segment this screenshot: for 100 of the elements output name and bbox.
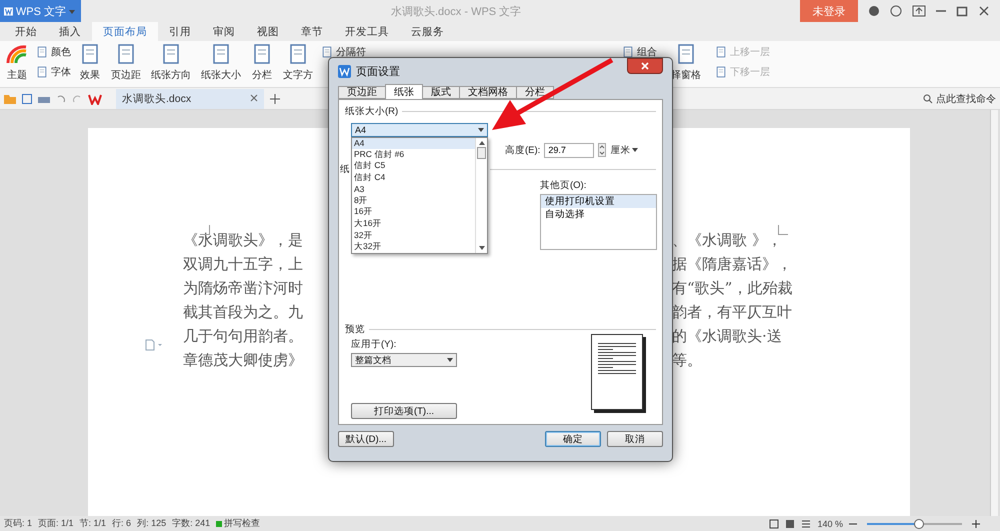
- status-item: 列: 125: [137, 517, 166, 530]
- close-icon: [641, 62, 649, 70]
- close-icon: [978, 5, 990, 17]
- plus-icon: [972, 520, 980, 528]
- scroll-down-icon[interactable]: [478, 246, 484, 250]
- ribbon-button[interactable]: 页边距: [109, 43, 143, 87]
- ribbon-button[interactable]: 字体: [36, 65, 71, 79]
- ribbon-button[interactable]: 主题: [4, 43, 30, 87]
- menu-tab[interactable]: 章节: [290, 22, 334, 41]
- dropdown-option[interactable]: 16开: [352, 206, 475, 218]
- zoom-level: 140 %: [817, 518, 843, 528]
- open-folder-icon: [4, 94, 16, 104]
- paper-size-dropdown[interactable]: A4: [351, 122, 488, 137]
- dialog-button[interactable]: 默认(D)...: [338, 431, 394, 447]
- dialog-tab[interactable]: 版式: [422, 86, 460, 99]
- menu-tab[interactable]: 审阅: [202, 22, 246, 41]
- dialog-tab[interactable]: 文档网格: [459, 86, 517, 99]
- print-options-button[interactable]: 打印选项(T)...: [351, 403, 457, 419]
- ribbon-button[interactable]: 效果: [77, 43, 103, 87]
- status-item: 页面: 1/1: [38, 517, 74, 530]
- caret-icon: [632, 148, 638, 152]
- ribbon-button[interactable]: 组合: [622, 45, 657, 59]
- body-text: 为隋炀帝凿汴河时: [183, 278, 304, 298]
- menu-tab[interactable]: 引用: [158, 22, 202, 41]
- list-option[interactable]: 自动选择: [541, 208, 656, 221]
- spell-check-icon: [216, 520, 222, 526]
- page-icon: [36, 66, 48, 78]
- caret-icon: [69, 10, 75, 14]
- page-icon: [321, 46, 333, 58]
- dialog-button[interactable]: 确定: [545, 431, 601, 447]
- caret-icon: [447, 358, 453, 362]
- dialog-tab[interactable]: 页边距: [338, 86, 386, 99]
- page-icon: [715, 66, 727, 78]
- dropdown-option[interactable]: 8开: [352, 194, 475, 207]
- dropdown-option[interactable]: A3: [352, 184, 475, 195]
- minimize-icon: [936, 10, 946, 12]
- ribbon-button[interactable]: 文字方: [281, 43, 315, 87]
- list-option[interactable]: 使用打印机设置: [541, 194, 656, 208]
- status-item: 拼写检查: [216, 517, 260, 530]
- dropdown-option[interactable]: A4: [352, 138, 475, 150]
- search-icon: [923, 94, 933, 104]
- dropdown-option[interactable]: 信封 C5: [352, 160, 475, 172]
- status-item: 字数: 241: [172, 517, 210, 530]
- window-title: 水调歌头.docx - WPS 文字: [391, 4, 522, 18]
- dropdown-option[interactable]: 大16开: [352, 218, 475, 230]
- menu-tab[interactable]: 页面布局: [92, 22, 158, 41]
- outline-view-icon: [801, 518, 812, 528]
- menu-tab[interactable]: 视图: [246, 22, 290, 41]
- ribbon-button[interactable]: 颜色: [36, 45, 71, 59]
- redo-icon: [72, 94, 82, 104]
- menu-tab[interactable]: 插入: [48, 22, 92, 41]
- zoom-thumb[interactable]: [914, 518, 924, 528]
- body-text: 有“歌头”，此殆裁: [672, 278, 792, 298]
- page-icon: [715, 46, 727, 58]
- dropdown-option[interactable]: PRC 信封 #6: [352, 149, 475, 161]
- status-item: 行: 6: [112, 517, 132, 530]
- rainbow-icon: [6, 43, 28, 65]
- section-label: 纸张大小(R): [345, 104, 398, 118]
- body-text: 双调九十五字，上: [183, 254, 304, 274]
- document-tab[interactable]: 水调歌头.docx: [116, 88, 264, 108]
- body-text: 截其首段为之。九: [183, 302, 304, 322]
- dropdown-option[interactable]: 32开: [352, 230, 475, 242]
- dialog-button[interactable]: 取消: [607, 431, 663, 447]
- wps-logo-icon: [338, 64, 351, 78]
- status-item: 页码: 1: [4, 517, 32, 530]
- body-text: 《水调歌头》，是: [183, 230, 304, 250]
- body-text: 几于句句用韵者。: [183, 326, 304, 346]
- ribbon-button[interactable]: 纸张方向: [149, 43, 193, 87]
- field-label: 高度(E):: [505, 144, 540, 157]
- dialog-title: 页面设置: [356, 64, 400, 79]
- field-label: 其他页(O):: [540, 178, 588, 192]
- body-text: 据《隋唐嘉话》，: [672, 254, 792, 274]
- maximize-icon: [956, 5, 968, 17]
- save-icon: [22, 94, 32, 104]
- ribbon-button[interactable]: 纸张大小: [199, 43, 243, 87]
- dialog-tab[interactable]: 纸张: [385, 84, 423, 99]
- caret-icon: [478, 128, 484, 132]
- dropdown-option[interactable]: 信封 C4: [352, 172, 475, 184]
- ribbon-button[interactable]: 分隔符: [321, 45, 366, 59]
- page-icon: [622, 46, 634, 58]
- body-text: 等。: [672, 350, 702, 370]
- menu-tab[interactable]: 云服务: [400, 22, 455, 41]
- body-text: 、《水调歌 》，: [672, 230, 782, 250]
- wps-writer-icon: [88, 92, 102, 104]
- body-text: 韵者，有平仄互叶: [672, 302, 792, 322]
- menu-tab[interactable]: 开始: [4, 22, 48, 41]
- view-icon: [769, 518, 780, 528]
- apply-to-dropdown[interactable]: 整篇文档: [351, 353, 457, 367]
- scroll-thumb[interactable]: [477, 146, 486, 159]
- scrollbar[interactable]: [475, 138, 487, 253]
- command-search[interactable]: 点此查找命令: [923, 92, 996, 106]
- page-view-icon: [785, 518, 796, 528]
- close-button[interactable]: [627, 58, 663, 74]
- dropdown-option[interactable]: 大32开: [352, 241, 475, 253]
- app-menu-button[interactable]: WPS 文字: [0, 0, 81, 22]
- height-field[interactable]: 29.7: [544, 142, 594, 158]
- unit-dropdown[interactable]: 厘米: [610, 144, 638, 157]
- ribbon-button[interactable]: 分栏: [249, 43, 275, 87]
- plus-icon: [270, 94, 280, 104]
- menu-tab[interactable]: 开发工具: [334, 22, 400, 41]
